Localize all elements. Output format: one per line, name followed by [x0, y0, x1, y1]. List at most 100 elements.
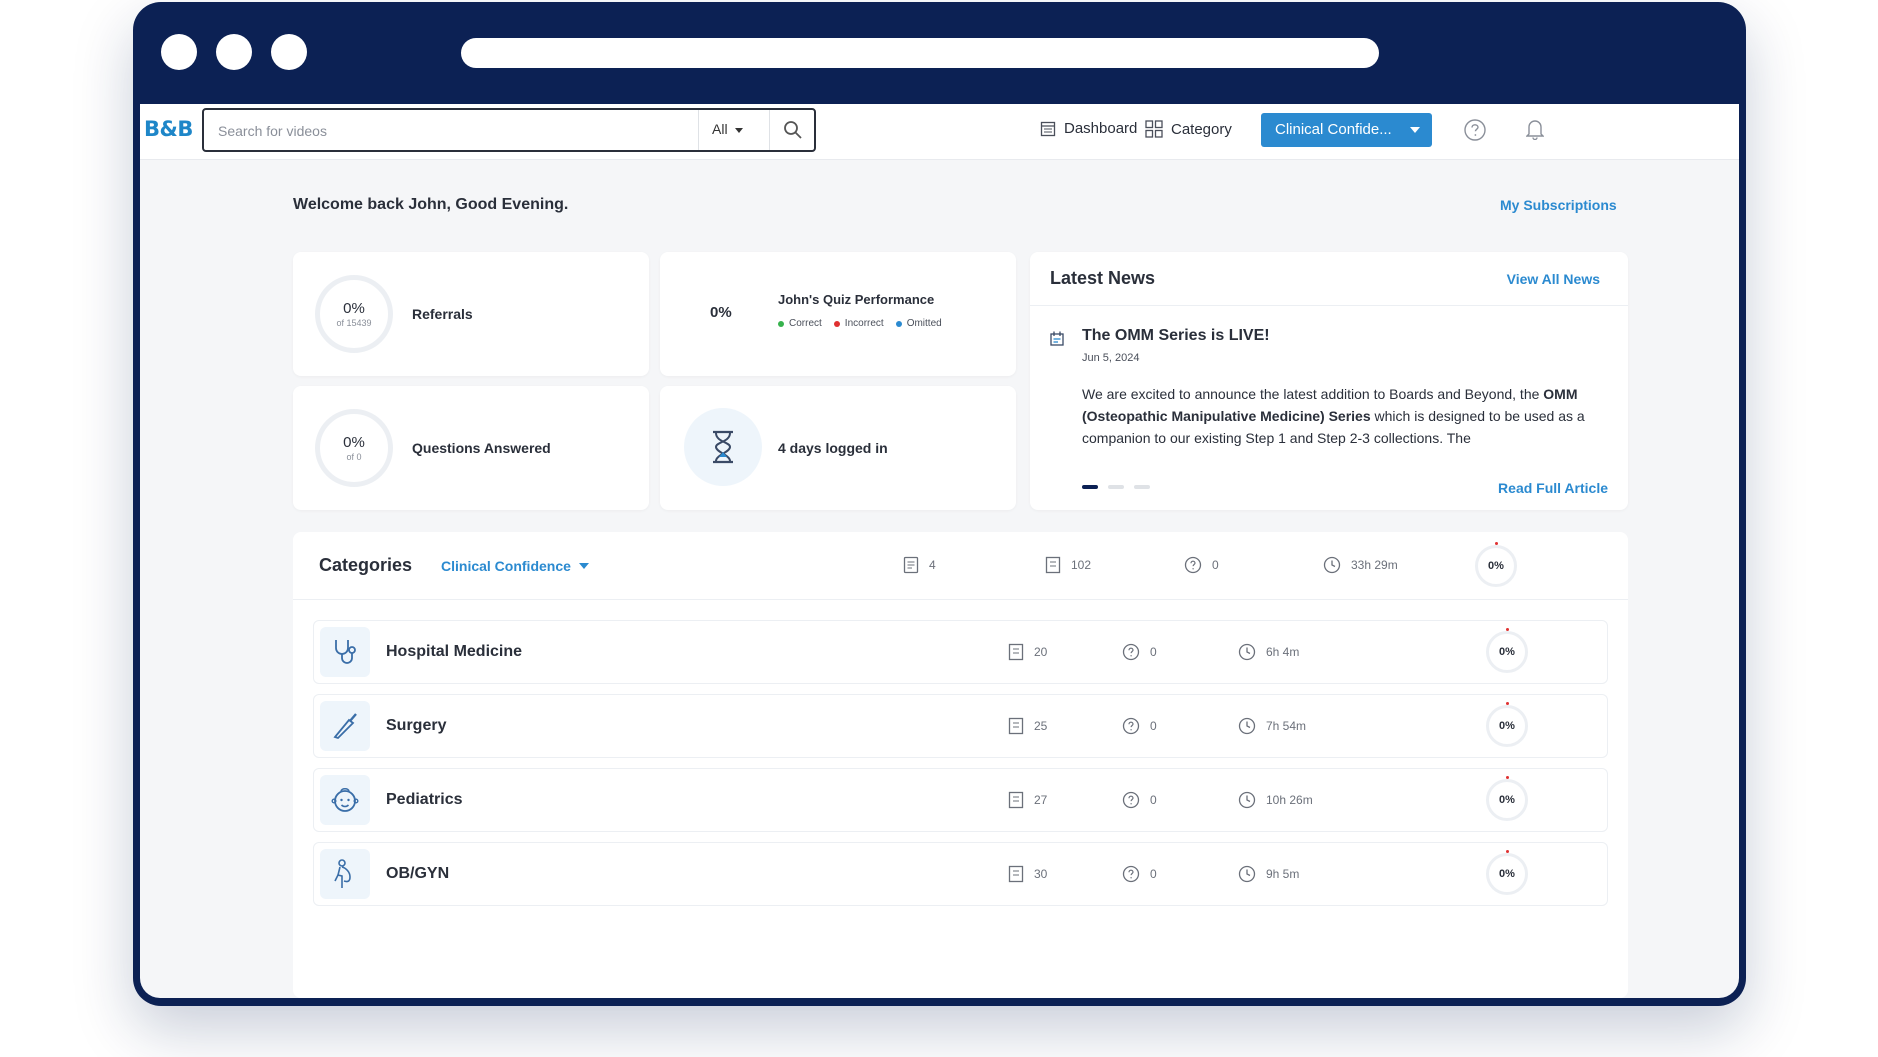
scalpel-icon	[320, 701, 370, 751]
omitted-dot-icon	[895, 320, 902, 327]
category-row-ob-gyn[interactable]: OB/GYN 30 0 9h 5m 0%	[313, 842, 1608, 906]
search-input[interactable]	[218, 120, 688, 142]
category-name: Surgery	[386, 717, 447, 734]
window-dot-minimize[interactable]	[216, 34, 252, 70]
category-questions-count: 0	[1150, 867, 1157, 881]
baby-face-icon	[320, 775, 370, 825]
help-icon[interactable]	[1463, 118, 1487, 142]
category-items-count: 25	[1034, 719, 1048, 733]
pager-dot[interactable]	[1134, 485, 1150, 489]
question-circle-icon	[1122, 717, 1140, 735]
article-title[interactable]: The OMM Series is LIVE!	[1082, 327, 1270, 345]
quiz-performance-title: John's Quiz Performance	[778, 292, 935, 307]
read-full-article-link[interactable]: Read Full Article	[1498, 480, 1608, 496]
legend-omitted: Omitted	[895, 318, 942, 329]
category-progress-ring: 0%	[1486, 776, 1528, 821]
clock-icon	[1238, 791, 1256, 809]
category-name: Hospital Medicine	[386, 643, 523, 660]
category-items: 30	[1008, 865, 1047, 883]
category-row-surgery[interactable]: Surgery 25 0 7h 54m 0%	[313, 694, 1608, 758]
category-time: 10h 26m	[1238, 791, 1313, 809]
questions-percent: 0%	[343, 434, 365, 451]
category-time-value: 7h 54m	[1266, 719, 1307, 733]
summary-time-value: 33h 29m	[1351, 558, 1398, 572]
category-items: 27	[1008, 791, 1047, 809]
clock-icon	[1238, 643, 1256, 661]
nav-category-label: Category	[1171, 120, 1232, 138]
search-scope-dropdown[interactable]: All	[712, 121, 744, 137]
category-row-pediatrics[interactable]: Pediatrics 27 0 10h 26m 0%	[313, 768, 1608, 832]
window-dot-maximize[interactable]	[271, 34, 307, 70]
article-excerpt-text: We are excited to announce the latest ad…	[1082, 386, 1544, 402]
category-time-value: 9h 5m	[1266, 867, 1300, 881]
summary-time: 33h 29m	[1323, 556, 1398, 574]
address-bar[interactable]	[461, 38, 1379, 68]
referrals-percent: 0%	[343, 300, 365, 317]
browser-window: B&B All Dashboard Category Clinic	[133, 2, 1746, 1006]
article-excerpt: We are excited to announce the latest ad…	[1082, 383, 1606, 449]
referrals-progress-ring: 0% of 15439	[315, 275, 393, 353]
category-items: 20	[1008, 643, 1047, 661]
nav-dashboard[interactable]: Dashboard	[1040, 120, 1137, 137]
search-scope-label: All	[712, 121, 728, 137]
category-time: 9h 5m	[1238, 865, 1299, 883]
article-date: Jun 5, 2024	[1082, 352, 1140, 364]
category-name: Pediatrics	[386, 791, 463, 808]
summary-items: 102	[1045, 556, 1091, 574]
category-progress-percent: 0%	[1499, 868, 1515, 880]
collection-select-label: Clinical Confide...	[1275, 121, 1392, 138]
question-circle-icon	[1122, 791, 1140, 809]
referrals-total: of 15439	[336, 318, 372, 328]
collection-select[interactable]: Clinical Confide...	[1261, 113, 1432, 147]
book-icon	[1008, 865, 1024, 883]
quiz-percent: 0%	[710, 304, 732, 321]
book-icon	[1045, 556, 1061, 574]
categories-header: Categories Clinical Confidence 4 102 0 3…	[293, 532, 1628, 600]
view-all-news-link[interactable]: View All News	[1507, 271, 1600, 287]
legend-correct: Correct	[778, 318, 822, 329]
pager-dot[interactable]	[1108, 485, 1124, 489]
category-time: 6h 4m	[1238, 643, 1299, 661]
category-progress-percent: 0%	[1499, 794, 1515, 806]
summary-docs: 4	[903, 556, 936, 574]
latest-news-card: Latest News View All News The OMM Series…	[1030, 252, 1628, 510]
window-dot-close[interactable]	[161, 34, 197, 70]
clock-icon	[1238, 717, 1256, 735]
category-filter-label: Clinical Confidence	[441, 558, 571, 574]
summary-docs-count: 4	[929, 558, 936, 572]
questions-total: of 0	[346, 452, 362, 462]
grid-icon	[1145, 120, 1163, 138]
news-header: Latest News View All News	[1030, 252, 1628, 306]
bell-icon[interactable]	[1526, 118, 1544, 140]
pregnancy-icon	[320, 849, 370, 899]
pager-dot-active[interactable]	[1082, 485, 1098, 489]
category-progress-percent: 0%	[1499, 646, 1515, 658]
category-filter-dropdown[interactable]: Clinical Confidence	[441, 558, 589, 574]
summary-items-count: 102	[1071, 558, 1092, 572]
divider	[769, 110, 770, 150]
quiz-legend: Correct Incorrect Omitted	[778, 318, 942, 329]
news-pager	[1082, 485, 1150, 489]
referrals-card: 0% of 15439 Referrals	[293, 252, 649, 376]
question-circle-icon	[1184, 556, 1202, 574]
category-questions: 0	[1122, 643, 1157, 661]
news-icon	[1050, 331, 1064, 346]
book-icon	[1008, 717, 1024, 735]
top-nav: B&B All Dashboard Category Clinic	[140, 104, 1739, 160]
category-progress-ring: 0%	[1486, 702, 1528, 747]
category-questions-count: 0	[1150, 793, 1157, 807]
search-icon[interactable]	[783, 120, 803, 140]
category-name: OB/GYN	[386, 865, 450, 882]
caret-down-icon	[735, 128, 744, 133]
days-logged-card: 4 days logged in	[660, 386, 1016, 510]
questions-answered-label: Questions Answered	[412, 440, 551, 456]
days-logged-label: 4 days logged in	[778, 440, 888, 456]
my-subscriptions-link[interactable]: My Subscriptions	[1500, 197, 1617, 213]
question-circle-icon	[1122, 643, 1140, 661]
clock-icon	[1238, 865, 1256, 883]
nav-category[interactable]: Category	[1145, 120, 1232, 138]
referrals-label: Referrals	[412, 306, 473, 322]
category-time-value: 10h 26m	[1266, 793, 1313, 807]
brand-logo[interactable]: B&B	[144, 117, 193, 141]
category-row-hospital-medicine[interactable]: Hospital Medicine 20 0 6h 4m 0%	[313, 620, 1608, 684]
